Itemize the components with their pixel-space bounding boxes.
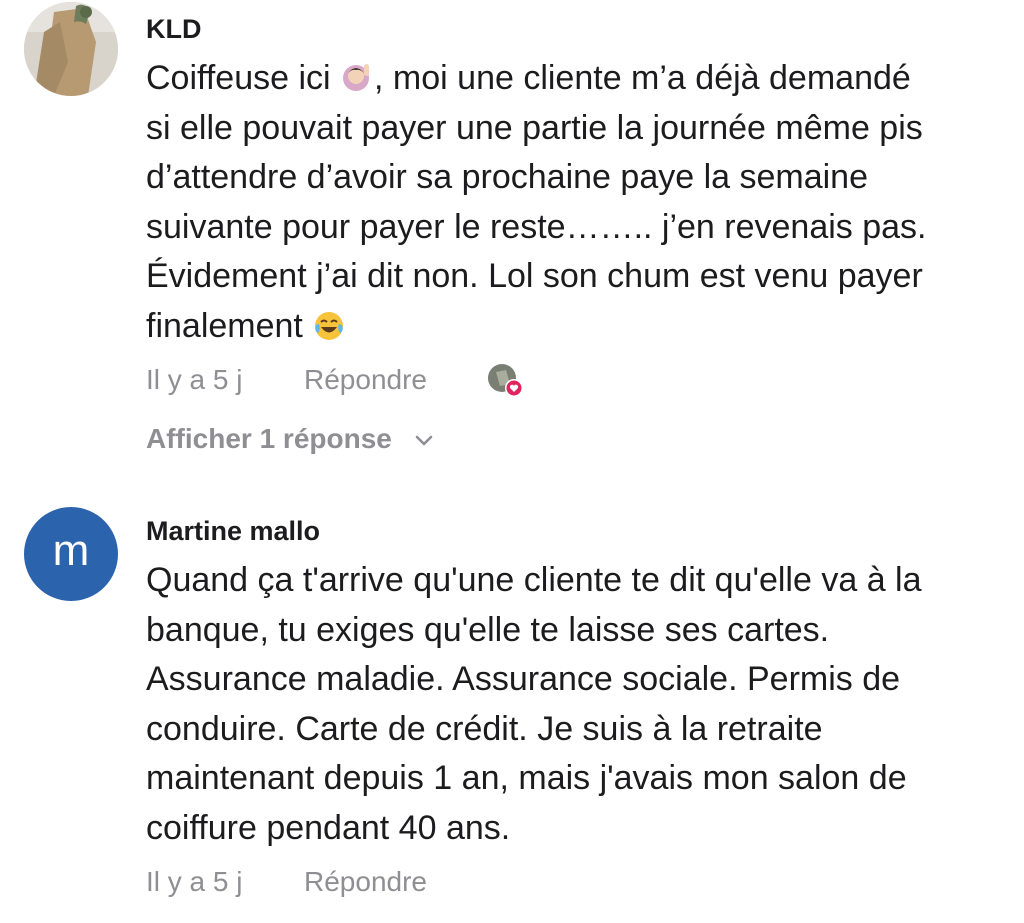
comment-line-text: , moi une cliente m’a déjà demandé (374, 59, 911, 97)
comment-line: banque, tu exiges qu'elle te laisse ses … (146, 610, 830, 649)
chevron-down-icon (415, 435, 432, 445)
comment-line: suivante pour payer le reste…….. j’en re… (146, 207, 927, 246)
avatar[interactable]: m (24, 507, 118, 601)
avatar-letter: m (52, 526, 90, 575)
show-replies-label: Afficher 1 réponse (146, 423, 392, 454)
comment-body: Coiffeuse ici , moi une cliente m’a déjà… (146, 54, 1018, 351)
comment-line: Coiffeuse ici , moi une cliente m’a déjà… (146, 54, 1018, 104)
show-replies-button[interactable]: Afficher 1 réponse (146, 423, 434, 455)
comment-line: d’attendre d’avoir sa prochaine paye la … (146, 158, 869, 196)
comment-timestamp: Il y a 5 j (146, 364, 243, 395)
comment-line: Assurance maladie. Assurance sociale. Pe… (146, 660, 901, 698)
comment-line-text: Coiffeuse ici (146, 59, 331, 97)
comment-meta: Il y a 5 j Répondre (146, 364, 523, 397)
reply-button[interactable]: Répondre (304, 866, 427, 898)
comment-timestamp: Il y a 5 j (146, 866, 243, 897)
comment-line: finalement (146, 302, 1018, 352)
author-liked-heart-icon (486, 360, 526, 400)
comment-line-text: finalement (146, 306, 303, 345)
tears-of-joy-emoji-icon (315, 311, 344, 340)
comment-line: Quand ça t'arrive qu'une cliente te dit … (146, 561, 922, 599)
avatar[interactable] (24, 2, 118, 96)
user-photo-icon (24, 2, 118, 96)
comment-author[interactable]: Martine mallo (146, 516, 320, 547)
comment-line: si elle pouvait payer une partie la jour… (146, 108, 923, 147)
comment-meta: Il y a 5 j Répondre (146, 866, 427, 898)
comment-body: Quand ça t'arrive qu'une cliente te dit … (146, 556, 1018, 853)
comment-author[interactable]: KLD (146, 14, 202, 45)
raising-hand-emoji-icon (343, 64, 370, 91)
comment-line: maintenant depuis 1 an, mais j'avais mon… (146, 759, 907, 797)
comment-line: conduire. Carte de crédit. Je suis à la … (146, 709, 823, 748)
comment-line: coiffure pendant 40 ans. (146, 808, 511, 847)
reply-button[interactable]: Répondre (304, 364, 427, 396)
comment-line: Évidement j’ai dit non. Lol son chum est… (146, 257, 923, 295)
